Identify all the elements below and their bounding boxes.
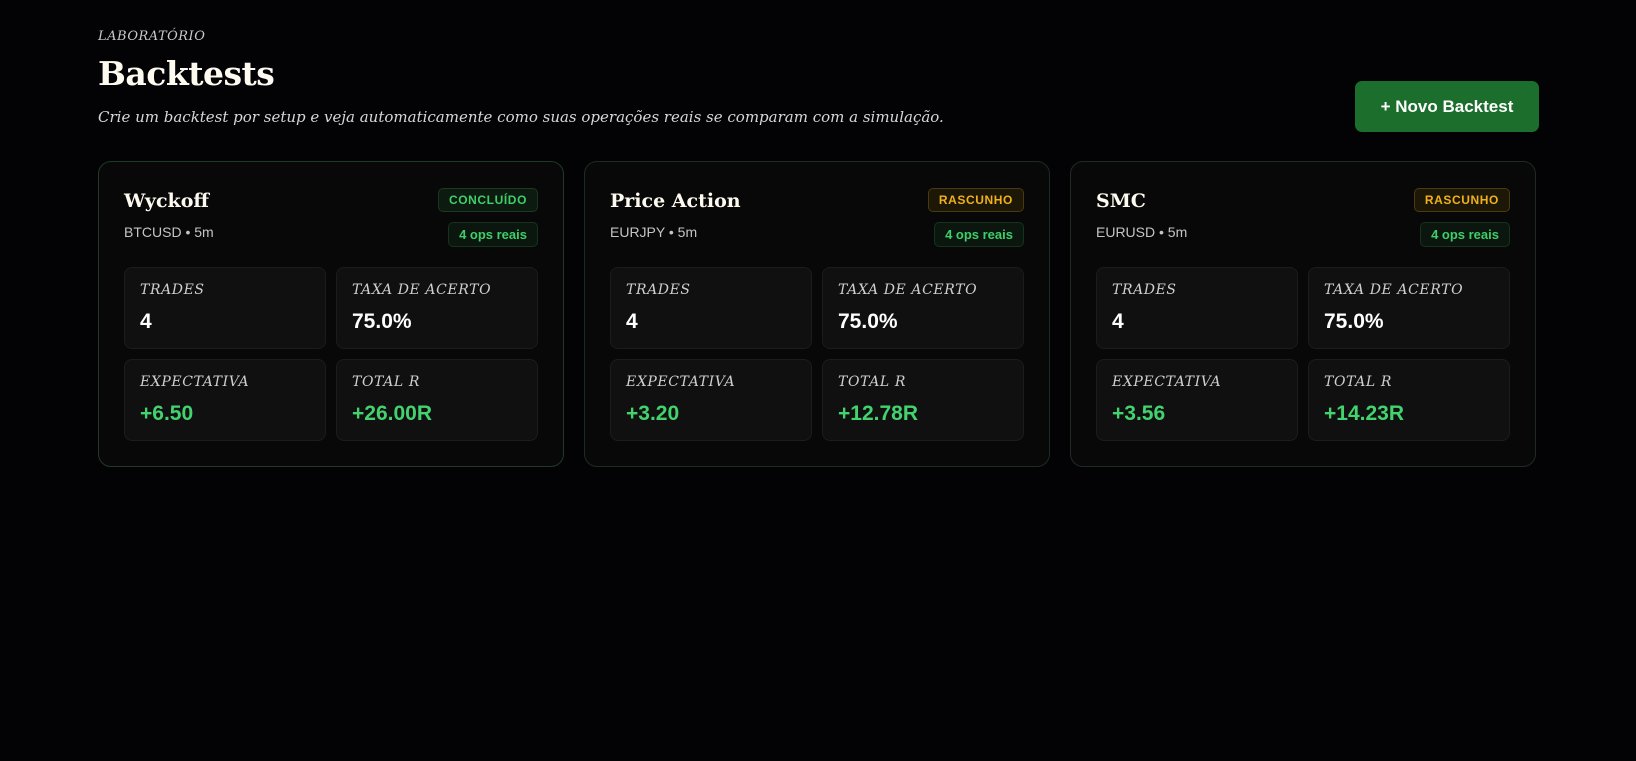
status-badge: CONCLUÍDO (437, 188, 538, 212)
metric-value: +3.20 (626, 402, 680, 425)
metric-label: TOTAL R (1324, 374, 1392, 390)
metric-value: +12.78R (838, 402, 918, 425)
backtest-card-list: Wyckoff BTCUSD • 5m CONCLUÍDO 4 ops reai… (98, 161, 1536, 467)
metric-total-r: TOTAL R +12.78R (822, 359, 1024, 441)
metric-label: EXPECTATIVA (140, 374, 250, 390)
backtest-card-price-action[interactable]: Price Action EURJPY • 5m RASCUNHO 4 ops … (584, 161, 1050, 467)
backtest-card-wyckoff[interactable]: Wyckoff BTCUSD • 5m CONCLUÍDO 4 ops reai… (98, 161, 564, 467)
metric-win-rate: TAXA DE ACERTO 75.0% (1308, 267, 1510, 349)
metric-value: 75.0% (352, 310, 412, 333)
card-title: Wyckoff (124, 190, 209, 212)
metric-value: 4 (626, 310, 638, 333)
metric-expectancy: EXPECTATIVA +3.56 (1096, 359, 1298, 441)
metric-win-rate: TAXA DE ACERTO 75.0% (336, 267, 538, 349)
metric-label: TAXA DE ACERTO (1324, 282, 1464, 298)
real-ops-badge: 4 ops reais (934, 222, 1024, 247)
metric-label: EXPECTATIVA (626, 374, 736, 390)
status-badge: RASCUNHO (927, 188, 1024, 212)
metric-label: TRADES (1112, 282, 1177, 298)
section-kicker: LABORATÓRIO (98, 29, 206, 44)
card-title: Price Action (610, 190, 741, 212)
card-title: SMC (1096, 190, 1146, 212)
metric-trades: TRADES 4 (610, 267, 812, 349)
metric-value: 75.0% (838, 310, 898, 333)
metric-value: 4 (1112, 310, 1124, 333)
card-symbol-timeframe: BTCUSD • 5m (124, 224, 214, 240)
metric-expectancy: EXPECTATIVA +6.50 (124, 359, 326, 441)
metric-value: +6.50 (140, 402, 194, 425)
card-symbol-timeframe: EURJPY • 5m (610, 224, 698, 240)
metric-label: TRADES (626, 282, 691, 298)
backtest-card-smc[interactable]: SMC EURUSD • 5m RASCUNHO 4 ops reais TRA… (1070, 161, 1536, 467)
real-ops-badge: 4 ops reais (448, 222, 538, 247)
page-subtitle: Crie um backtest por setup e veja automa… (98, 108, 944, 126)
metric-value: +14.23R (1324, 402, 1404, 425)
card-symbol-timeframe: EURUSD • 5m (1096, 224, 1188, 240)
metric-total-r: TOTAL R +26.00R (336, 359, 538, 441)
new-backtest-button[interactable]: + Novo Backtest (1355, 81, 1539, 132)
metric-label: TOTAL R (838, 374, 906, 390)
metric-trades: TRADES 4 (1096, 267, 1298, 349)
metric-value: +26.00R (352, 402, 432, 425)
metric-win-rate: TAXA DE ACERTO 75.0% (822, 267, 1024, 349)
page-title: Backtests (98, 54, 275, 93)
status-badge: RASCUNHO (1413, 188, 1510, 212)
metric-value: 75.0% (1324, 310, 1384, 333)
metric-expectancy: EXPECTATIVA +3.20 (610, 359, 812, 441)
metric-value: +3.56 (1112, 402, 1166, 425)
metric-label: TAXA DE ACERTO (352, 282, 492, 298)
metric-trades: TRADES 4 (124, 267, 326, 349)
metric-value: 4 (140, 310, 152, 333)
metric-label: EXPECTATIVA (1112, 374, 1222, 390)
metric-label: TAXA DE ACERTO (838, 282, 978, 298)
metric-label: TRADES (140, 282, 205, 298)
metric-total-r: TOTAL R +14.23R (1308, 359, 1510, 441)
metric-label: TOTAL R (352, 374, 420, 390)
real-ops-badge: 4 ops reais (1420, 222, 1510, 247)
